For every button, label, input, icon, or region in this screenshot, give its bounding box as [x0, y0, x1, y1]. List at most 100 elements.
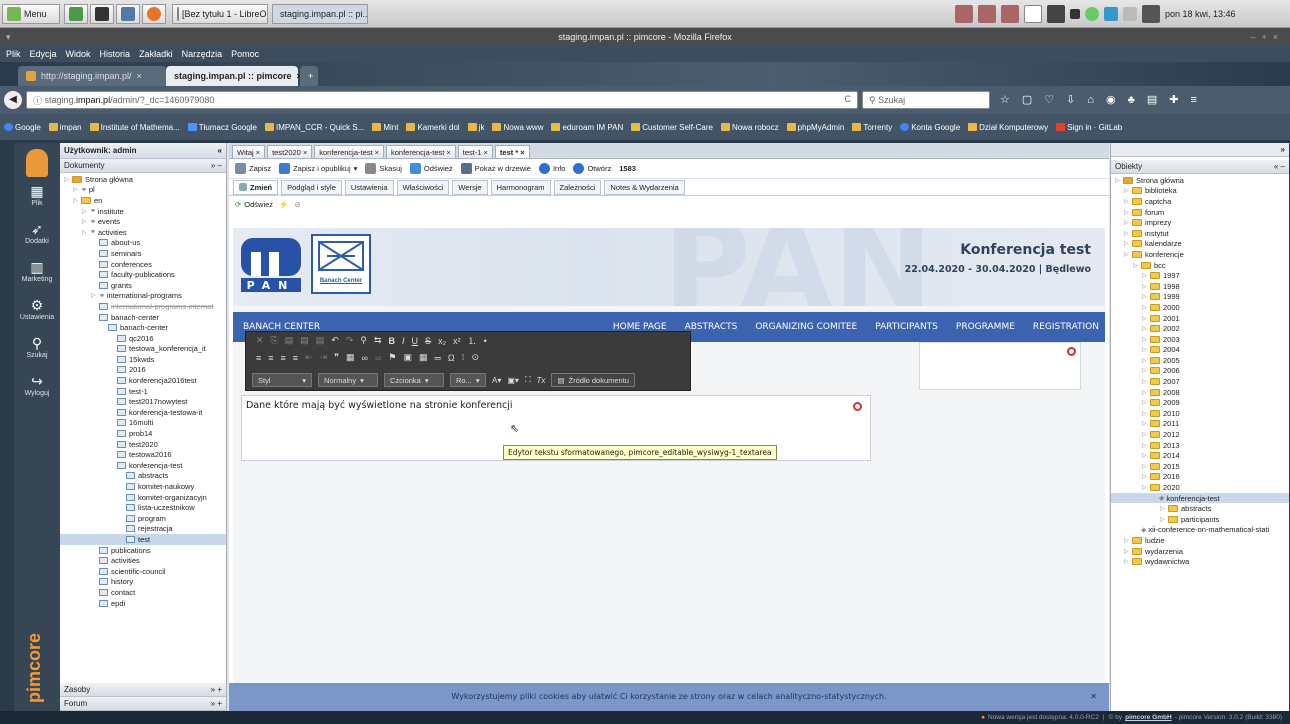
indent-icon[interactable]: ⇥	[320, 352, 328, 363]
tree-node[interactable]: ▷ biblioteka	[1111, 186, 1289, 197]
tree-node[interactable]: ▷ 2009	[1111, 397, 1289, 408]
tree-node[interactable]: ▷ 2014	[1111, 450, 1289, 461]
expand-icon[interactable]: ▷	[1142, 357, 1150, 364]
hamburger-icon[interactable]: ≡	[1190, 94, 1196, 106]
tree-node[interactable]: ▷ imprezy	[1111, 217, 1289, 228]
subtab-properties[interactable]: Właściwości	[396, 179, 450, 195]
tree-node[interactable]: ▷ 2007	[1111, 376, 1289, 387]
expand-icon[interactable]: ▷	[1142, 463, 1150, 470]
paste-text-icon[interactable]: ▤	[300, 335, 309, 346]
expand-icon[interactable]: ▷	[91, 292, 99, 299]
expand-icon[interactable]: ▷	[1115, 177, 1123, 184]
bookmark[interactable]: phpMyAdmin	[786, 123, 844, 132]
company-link[interactable]: pimcore GmbH	[1125, 714, 1172, 721]
menu-pomoc[interactable]: Pomoc	[231, 49, 259, 59]
underline-icon[interactable]: U	[412, 336, 419, 346]
start-menu-button[interactable]: Menu	[2, 4, 60, 24]
tree-node[interactable]: faculty-publications	[60, 269, 226, 280]
bookmark[interactable]: eduroam IM PAN	[551, 123, 623, 132]
bookmark[interactable]: Tłumacz Google	[187, 123, 257, 132]
addon-icon[interactable]: ◉	[1106, 93, 1116, 106]
tree-node[interactable]: ▷ 2011	[1111, 419, 1289, 430]
tree-node[interactable]: ▷ participants	[1111, 514, 1289, 525]
tree-node[interactable]: testowa2016	[60, 449, 226, 460]
files-launcher[interactable]	[116, 4, 140, 24]
refresh-button[interactable]: ⟳ Odśwież	[235, 200, 273, 209]
bold-icon[interactable]: B	[389, 336, 396, 346]
bookmark[interactable]: Konta Google	[900, 123, 960, 132]
tree-node[interactable]: konferencja-test	[60, 460, 226, 471]
nav-file[interactable]: ▦ Plik	[14, 183, 60, 207]
expand-icon[interactable]: ▷	[1142, 473, 1150, 480]
addon-icon[interactable]: ♣	[1128, 94, 1135, 106]
expand-icon[interactable]: ▷	[1142, 315, 1150, 322]
tab-konferencja-test-object[interactable]: konferencja-test ×	[314, 145, 384, 158]
copy-icon[interactable]: ⎘	[271, 335, 278, 346]
tree-node[interactable]: ▷ 2016	[1111, 472, 1289, 483]
nav-participants[interactable]: PARTICIPANTS	[875, 322, 938, 332]
tab-konferencja-test[interactable]: konferencja-test ×	[386, 145, 456, 158]
anchor-icon[interactable]: ⚑	[388, 352, 396, 363]
tree-node[interactable]: ▷ ⚭ institute	[60, 206, 226, 217]
tree-node[interactable]: abstracts	[60, 471, 226, 482]
source-button[interactable]: ▤ Źródło dokumentu	[551, 373, 635, 387]
menu-narzedzia[interactable]: Narzędzia	[182, 49, 223, 59]
tree-node[interactable]: test2020	[60, 439, 226, 450]
star-icon[interactable]: ☆	[1000, 93, 1010, 106]
subtab-edit[interactable]: Zmień	[233, 179, 279, 195]
table-icon[interactable]: ▦	[419, 352, 428, 363]
tree-node[interactable]: ▷ konferencje	[1111, 249, 1289, 260]
tree-node[interactable]: komitet-organizacyjn	[60, 492, 226, 503]
info-button[interactable]: Info	[538, 163, 565, 174]
collapse-icon[interactable]: «	[218, 146, 222, 155]
bookmark[interactable]: Dział Komputerowy	[968, 123, 1048, 132]
superscript-icon[interactable]: x²	[453, 336, 461, 346]
editor-text[interactable]: Dane które mają być wyświetlone na stron…	[246, 400, 513, 411]
iframe-icon[interactable]: ⊙	[471, 352, 479, 363]
download-icon[interactable]: ⇩	[1066, 93, 1075, 106]
search-input[interactable]: ⚲ Szukaj	[862, 91, 990, 109]
tree-node[interactable]: publications	[60, 545, 226, 556]
nav-organizing-comitee[interactable]: ORGANIZING COMITEE	[755, 322, 857, 332]
bookmark[interactable]: Google	[4, 123, 41, 132]
expand-icon[interactable]: ▷	[1142, 410, 1150, 417]
bookmark[interactable]: Customer Self-Care	[631, 123, 713, 132]
bookmark[interactable]: Kamerki dol	[406, 123, 460, 132]
tray-camera-icon[interactable]	[1047, 5, 1065, 23]
task-firefox[interactable]: staging.impan.pl :: pi...	[272, 4, 368, 24]
undo-icon[interactable]: ↶	[331, 335, 339, 346]
expand-icon[interactable]: ▷	[1160, 516, 1168, 523]
tree-node[interactable]: banach-center	[60, 312, 226, 323]
tab-test-active[interactable]: test * ×	[494, 145, 530, 158]
expand-icon[interactable]: ▷	[1124, 558, 1132, 565]
align-center-icon[interactable]: ≡	[268, 353, 273, 363]
expand-icon[interactable]: ▷	[1133, 262, 1141, 269]
menu-zakladki[interactable]: Zakładki	[139, 49, 173, 59]
tray-keyboard-icon[interactable]	[1070, 9, 1080, 19]
find-icon[interactable]: ⚲	[360, 335, 367, 346]
tree-node[interactable]: 2016	[60, 365, 226, 376]
new-tab-button[interactable]: +	[300, 66, 318, 86]
subtab-dependencies[interactable]: Zależności	[553, 179, 602, 195]
browser-tab[interactable]: http://staging.impan.pl/×	[18, 66, 166, 86]
tree-node[interactable]: konferencja-testowa-it	[60, 407, 226, 418]
tree-node[interactable]: ▷ Strona główna	[60, 174, 226, 185]
tray-check-icon[interactable]	[1085, 7, 1099, 21]
expand-icon[interactable]: ▷	[1142, 304, 1150, 311]
tree-node[interactable]: ◈ xii-conference-on-mathematical-stati	[1111, 525, 1289, 536]
tree-node[interactable]: rejestracja	[60, 524, 226, 535]
tree-node[interactable]: ▷ forum	[1111, 207, 1289, 218]
format-dropdown[interactable]: Normalny ▾	[318, 373, 378, 387]
expand-icon[interactable]: ▷	[73, 186, 81, 193]
assets-panel-header[interactable]: Zasoby» +	[60, 683, 226, 697]
bullet-list-icon[interactable]: •	[484, 336, 487, 346]
tree-node[interactable]: seminars	[60, 248, 226, 259]
bookmark[interactable]: Nowa www	[492, 123, 543, 132]
tree-node[interactable]: ▷ bcc	[1111, 260, 1289, 271]
expand-icon[interactable]: ▷	[1124, 230, 1132, 237]
nav-programme[interactable]: PROGRAMME	[956, 322, 1015, 332]
subtab-notes[interactable]: Notes & Wydarzenia	[604, 179, 685, 195]
tree-node[interactable]: ▷ 2012	[1111, 429, 1289, 440]
tree-node[interactable]: history	[60, 577, 226, 588]
tree-node[interactable]: ▷ Strona główna	[1111, 175, 1289, 186]
